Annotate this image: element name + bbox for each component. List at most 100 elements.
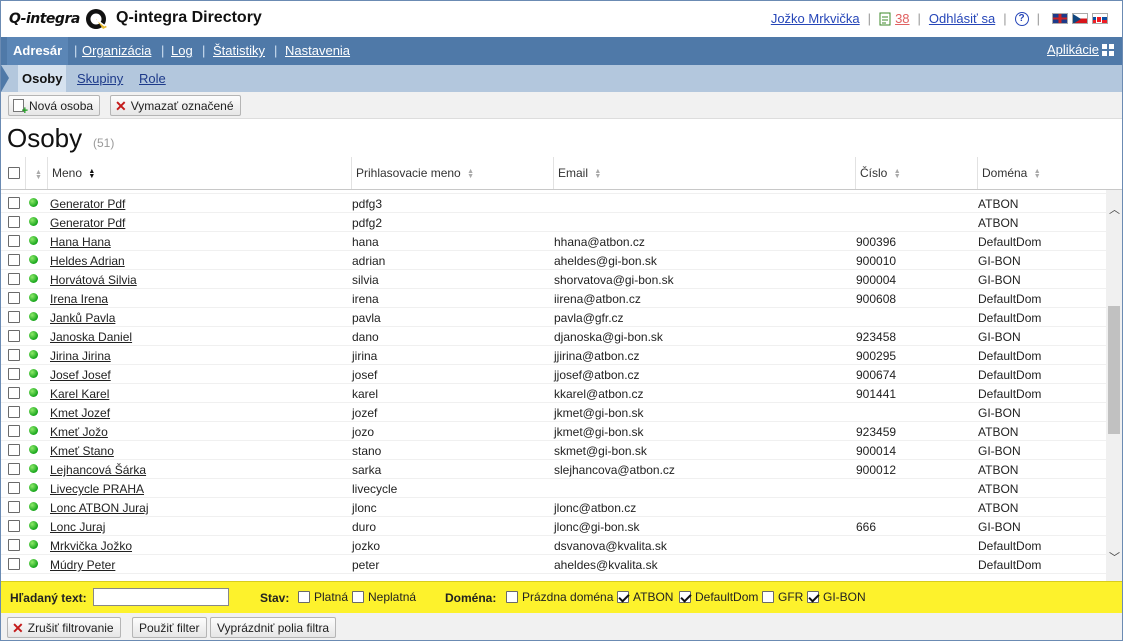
person-name-link[interactable]: Karel Karel <box>50 387 109 401</box>
status-column-header[interactable]: ▲ ▼ <box>25 157 47 189</box>
person-name-link[interactable]: Jirina Jirina <box>50 349 111 363</box>
column-header-login[interactable]: Prihlasovacie meno ▲ ▼ <box>351 157 553 189</box>
table-row[interactable]: Generator Pdf pdfg2 ATBON <box>1 213 1106 232</box>
person-name-link[interactable]: Generator Pdf <box>50 197 125 211</box>
flag-sk-icon[interactable] <box>1092 13 1108 24</box>
task-list-icon[interactable] <box>879 12 891 26</box>
delete-selected-button[interactable]: ✕ Vymazať označené <box>110 95 241 116</box>
table-row[interactable]: Irena Irena irena iirena@atbon.cz 900608 Def… <box>1 289 1106 308</box>
domain-atbon-checkbox[interactable] <box>617 591 629 603</box>
domain-gfr-option[interactable]: GFR <box>762 590 803 604</box>
row-checkbox[interactable] <box>8 311 20 323</box>
column-header-number[interactable]: Číslo ▲ ▼ <box>855 157 977 189</box>
table-row[interactable]: Lonc Juraj duro jlonc@gi-bon.sk 666 GI-BON <box>1 517 1106 536</box>
table-row[interactable]: Hana Hana hana hhana@atbon.cz 900396 Default… <box>1 232 1106 251</box>
nav-adresar[interactable]: Adresár <box>7 37 69 65</box>
row-checkbox[interactable] <box>8 558 20 570</box>
table-row[interactable]: Heldes Adrian adrian aheldes@gi-bon.sk 9000… <box>1 251 1106 270</box>
person-name-link[interactable]: Kmet Jozef <box>50 406 110 420</box>
status-valid-checkbox[interactable] <box>298 591 310 603</box>
person-name-link[interactable]: Hana Hana <box>50 235 111 249</box>
table-row[interactable]: Josef Josef josef jjosef@atbon.cz 900674 Def… <box>1 365 1106 384</box>
row-checkbox[interactable] <box>8 406 20 418</box>
row-checkbox[interactable] <box>8 254 20 266</box>
table-row[interactable]: Generator Pdf pdfg3 ATBON <box>1 194 1106 213</box>
person-name-link[interactable]: Múdry Peter <box>50 558 115 572</box>
apply-filter-button[interactable]: Použiť filter <box>132 617 207 638</box>
row-checkbox[interactable] <box>8 292 20 304</box>
column-header-name[interactable]: Meno ▲ ▼ <box>47 157 351 189</box>
row-checkbox[interactable] <box>8 387 20 399</box>
status-invalid-option[interactable]: Neplatná <box>352 590 416 604</box>
person-name-link[interactable]: Lejhancová Šárka <box>50 463 146 477</box>
scroll-up-icon[interactable]: ︿ <box>1109 205 1120 216</box>
row-checkbox[interactable] <box>8 482 20 494</box>
table-row[interactable]: Livecycle PRAHA livecycle ATBON <box>1 479 1106 498</box>
row-checkbox[interactable] <box>8 444 20 456</box>
domain-default-option[interactable]: DefaultDom <box>679 590 758 604</box>
row-checkbox[interactable] <box>8 330 20 342</box>
row-checkbox[interactable] <box>8 273 20 285</box>
table-row[interactable]: Kmet Jozef jozef jkmet@gi-bon.sk GI-BON <box>1 403 1106 422</box>
row-checkbox[interactable] <box>8 539 20 551</box>
status-invalid-checkbox[interactable] <box>352 591 364 603</box>
row-checkbox[interactable] <box>8 349 20 361</box>
person-name-link[interactable]: Mrkvička Jožko <box>50 539 132 553</box>
person-name-link[interactable]: Janků Pavla <box>50 311 115 325</box>
table-row[interactable]: Horvátová Silvia silvia shorvatova@gi-bon.… <box>1 270 1106 289</box>
status-valid-option[interactable]: Platná <box>298 590 348 604</box>
domain-gibon-option[interactable]: GI-BON <box>807 590 866 604</box>
cancel-filter-button[interactable]: ✕ Zrušiť filtrovanie <box>7 617 121 638</box>
apps-menu[interactable]: Aplikácie <box>1047 42 1114 57</box>
table-row[interactable]: Múdry Peter peter aheldes@kvalita.sk Defaul… <box>1 555 1106 574</box>
table-row[interactable]: Kmeť Jožo jozo jkmet@gi-bon.sk 923459 ATBON <box>1 422 1106 441</box>
logout-link[interactable]: Odhlásiť sa <box>929 11 995 26</box>
flag-cz-icon[interactable] <box>1072 13 1088 24</box>
person-name-link[interactable]: Josef Josef <box>50 368 111 382</box>
table-row[interactable]: Kmeť Stano stano skmet@gi-bon.sk 900014 GI-B… <box>1 441 1106 460</box>
domain-empty-checkbox[interactable] <box>506 591 518 603</box>
person-name-link[interactable]: Janoska Daniel <box>50 330 132 344</box>
nav-nastavenia[interactable]: Nastavenia <box>285 43 350 58</box>
row-checkbox[interactable] <box>8 216 20 228</box>
person-name-link[interactable]: Horvátová Silvia <box>50 273 137 287</box>
domain-gibon-checkbox[interactable] <box>807 591 819 603</box>
table-row[interactable]: Janoska Daniel dano djanoska@gi-bon.sk 9234… <box>1 327 1106 346</box>
user-link[interactable]: Jožko Mrkvička <box>771 11 860 26</box>
table-scrollbar[interactable]: ︿ ﹀ <box>1106 190 1122 581</box>
new-person-button[interactable]: Nová osoba <box>8 95 101 116</box>
scrollbar-thumb[interactable] <box>1108 306 1120 434</box>
column-header-domain[interactable]: Doména ▲ ▼ <box>977 157 1122 189</box>
person-name-link[interactable]: Irena Irena <box>50 292 108 306</box>
person-name-link[interactable]: Lonc Juraj <box>50 520 105 534</box>
column-header-email[interactable]: Email ▲ ▼ <box>553 157 855 189</box>
row-checkbox[interactable] <box>8 463 20 475</box>
help-icon[interactable]: ? <box>1014 11 1029 26</box>
table-row[interactable]: Jirina Jirina jirina jjirina@atbon.cz 90029… <box>1 346 1106 365</box>
person-name-link[interactable]: Kmeť Jožo <box>50 425 108 439</box>
row-checkbox[interactable] <box>8 235 20 247</box>
task-count-link[interactable]: 38 <box>895 11 909 26</box>
nav-log[interactable]: Log <box>171 43 193 58</box>
tab-osoby[interactable]: Osoby <box>18 65 67 92</box>
scroll-down-icon[interactable]: ﹀ <box>1109 553 1120 564</box>
table-row[interactable]: Janků Pavla pavla pavla@gfr.cz DefaultDom <box>1 308 1106 327</box>
tab-skupiny[interactable]: Skupiny <box>77 71 123 86</box>
search-input[interactable] <box>93 588 229 606</box>
row-checkbox[interactable] <box>8 501 20 513</box>
tab-role[interactable]: Role <box>139 71 166 86</box>
clear-filter-button[interactable]: Vyprázdniť polia filtra <box>210 617 337 638</box>
domain-default-checkbox[interactable] <box>679 591 691 603</box>
person-name-link[interactable]: Lonc ATBON Juraj <box>50 501 148 515</box>
row-checkbox[interactable] <box>8 520 20 532</box>
person-name-link[interactable]: Livecycle PRAHA <box>50 482 144 496</box>
table-row[interactable]: Lonc ATBON Juraj jlonc jlonc@atbon.cz ATBON <box>1 498 1106 517</box>
nav-statistiky[interactable]: Štatistiky <box>213 43 265 58</box>
table-row[interactable]: Mrkvička Jožko jozko dsvanova@kvalita.sk De… <box>1 536 1106 555</box>
row-checkbox[interactable] <box>8 368 20 380</box>
row-checkbox[interactable] <box>8 197 20 209</box>
nav-organizacia[interactable]: Organizácia <box>82 43 151 58</box>
domain-empty-option[interactable]: Prázdna doména <box>506 590 613 604</box>
table-row[interactable]: Karel Karel karel kkarel@atbon.cz 901441 Def… <box>1 384 1106 403</box>
person-name-link[interactable]: Kmeť Stano <box>50 444 114 458</box>
